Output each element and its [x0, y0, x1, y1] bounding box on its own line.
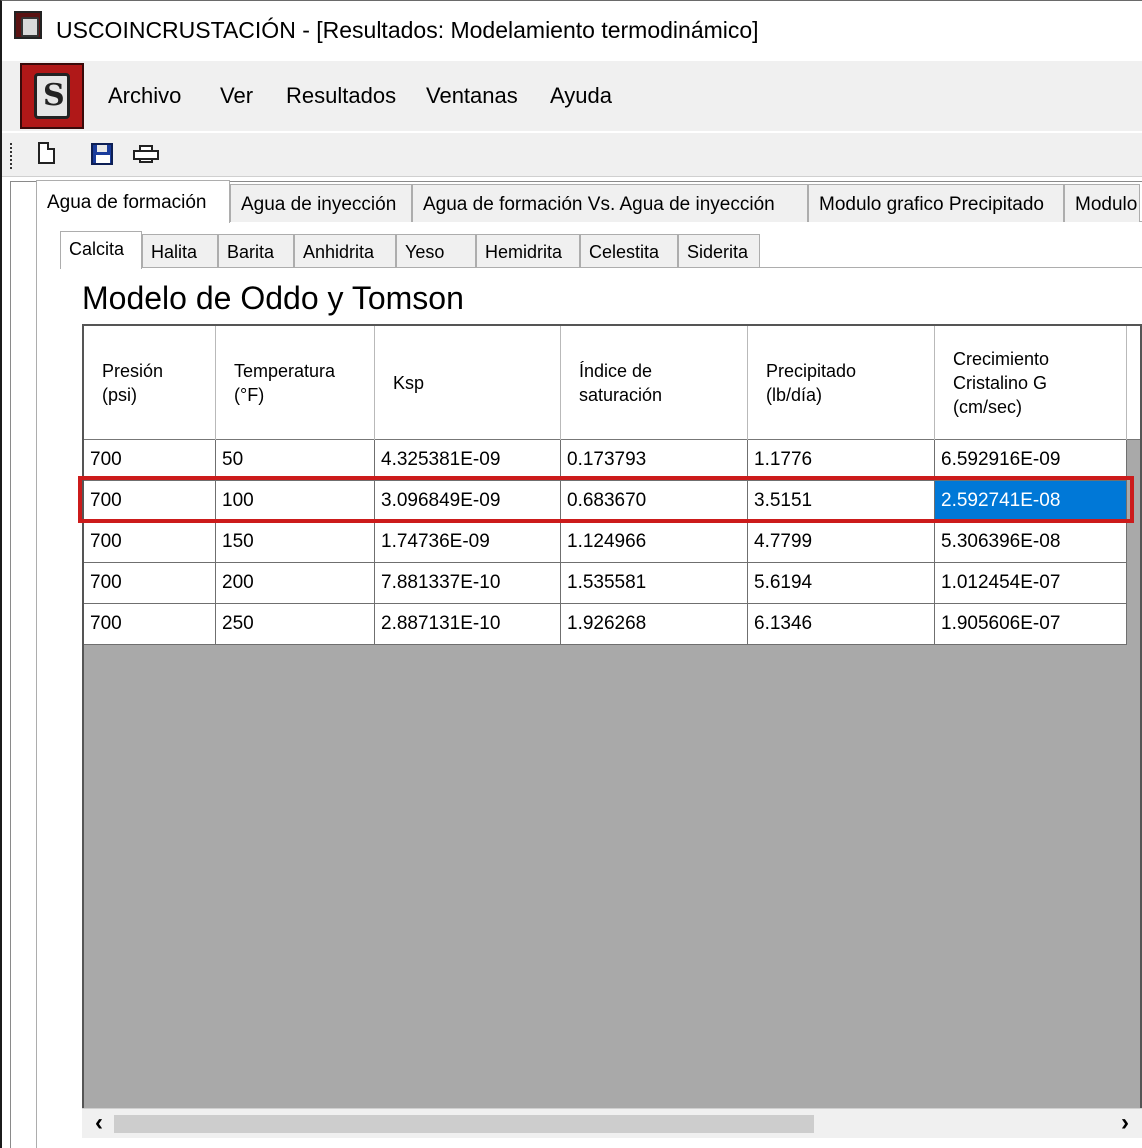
- cell-temperatura[interactable]: 50: [216, 440, 375, 481]
- scroll-right-icon[interactable]: ›: [1110, 1109, 1140, 1139]
- cell-indice-saturacion[interactable]: 1.535581: [561, 563, 748, 604]
- menu-resultados[interactable]: Resultados: [286, 83, 396, 109]
- table-row[interactable]: 700 250 2.887131E-10 1.926268 6.1346 1.9…: [84, 604, 1140, 645]
- cell-crecimiento[interactable]: 6.592916E-09: [935, 440, 1127, 481]
- new-document-icon[interactable]: [32, 139, 62, 169]
- tab-modulo[interactable]: Modulo: [1064, 184, 1140, 222]
- cell-precipitado[interactable]: 6.1346: [748, 604, 935, 645]
- cell-crecimiento-selected[interactable]: 2.592741E-08: [935, 481, 1127, 522]
- table-row[interactable]: 700 200 7.881337E-10 1.535581 5.6194 1.0…: [84, 563, 1140, 604]
- cell-crecimiento[interactable]: 5.306396E-08: [935, 522, 1127, 563]
- horizontal-scrollbar[interactable]: ‹ ›: [82, 1108, 1142, 1138]
- title-bar: USCOINCRUSTACIÓN - [Resultados: Modelami…: [2, 1, 1142, 65]
- cell-indice-saturacion[interactable]: 1.926268: [561, 604, 748, 645]
- cell-ksp[interactable]: 3.096849E-09: [375, 481, 561, 522]
- cell-presion[interactable]: 700: [84, 440, 216, 481]
- tab-celestita[interactable]: Celestita: [580, 234, 678, 268]
- outer-tab-strip: Agua de formación Agua de inyección Agua…: [36, 180, 1140, 223]
- cell-ksp[interactable]: 1.74736E-09: [375, 522, 561, 563]
- tab-formacion-vs-inyeccion[interactable]: Agua de formación Vs. Agua de inyección: [412, 184, 808, 222]
- tab-modulo-grafico-precipitado[interactable]: Modulo grafico Precipitado: [808, 184, 1064, 222]
- toolbar: [2, 133, 1142, 177]
- tab-anhidrita[interactable]: Anhidrita: [294, 234, 396, 268]
- cell-indice-saturacion[interactable]: 0.683670: [561, 481, 748, 522]
- tab-calcita[interactable]: Calcita: [60, 231, 142, 269]
- tab-agua-de-formacion[interactable]: Agua de formación: [36, 180, 230, 223]
- menu-archivo[interactable]: Archivo: [108, 83, 181, 109]
- cell-ksp[interactable]: 7.881337E-10: [375, 563, 561, 604]
- cell-temperatura[interactable]: 150: [216, 522, 375, 563]
- tab-hemidrita[interactable]: Hemidrita: [476, 234, 580, 268]
- column-header-crecimiento[interactable]: Crecimiento Cristalino G (cm/sec): [935, 326, 1127, 440]
- cell-precipitado[interactable]: 5.6194: [748, 563, 935, 604]
- table-row[interactable]: 700 150 1.74736E-09 1.124966 4.7799 5.30…: [84, 522, 1140, 563]
- cell-indice-saturacion[interactable]: 1.124966: [561, 522, 748, 563]
- cell-presion[interactable]: 700: [84, 604, 216, 645]
- column-header-presion[interactable]: Presión (psi): [84, 326, 216, 440]
- model-title: Modelo de Oddo y Tomson: [82, 280, 464, 316]
- print-icon[interactable]: [130, 139, 160, 169]
- mdi-child-logo-icon[interactable]: [20, 63, 84, 129]
- toolbar-grip-icon[interactable]: [10, 143, 14, 169]
- mineral-tab-page-border: [60, 267, 1142, 268]
- grid-header: Presión (psi) Temperatura (°F) Ksp Índic…: [84, 326, 1140, 440]
- tab-siderita[interactable]: Siderita: [678, 234, 760, 268]
- cell-crecimiento[interactable]: 1.905606E-07: [935, 604, 1127, 645]
- menu-ver[interactable]: Ver: [220, 83, 253, 109]
- save-icon[interactable]: [86, 139, 116, 169]
- cell-precipitado[interactable]: 1.1776: [748, 440, 935, 481]
- cell-presion[interactable]: 700: [84, 563, 216, 604]
- app-logo-icon: [14, 11, 42, 39]
- table-row[interactable]: 700 100 3.096849E-09 0.683670 3.5151 2.5…: [84, 481, 1140, 522]
- column-header-indice-saturacion[interactable]: Índice de saturación: [561, 326, 748, 440]
- scroll-thumb[interactable]: [114, 1115, 814, 1133]
- cell-indice-saturacion[interactable]: 0.173793: [561, 440, 748, 481]
- tab-halita[interactable]: Halita: [142, 234, 218, 268]
- tab-barita[interactable]: Barita: [218, 234, 294, 268]
- cell-temperatura[interactable]: 250: [216, 604, 375, 645]
- cell-precipitado[interactable]: 3.5151: [748, 481, 935, 522]
- table-row[interactable]: 700 50 4.325381E-09 0.173793 1.1776 6.59…: [84, 440, 1140, 481]
- menu-ventanas[interactable]: Ventanas: [426, 83, 518, 109]
- menu-bar: Archivo Ver Resultados Ventanas Ayuda: [2, 61, 1142, 131]
- cell-ksp[interactable]: 4.325381E-09: [375, 440, 561, 481]
- tab-yeso[interactable]: Yeso: [396, 234, 476, 268]
- cell-presion[interactable]: 700: [84, 481, 216, 522]
- cell-ksp[interactable]: 2.887131E-10: [375, 604, 561, 645]
- column-header-temperatura[interactable]: Temperatura (°F): [216, 326, 375, 440]
- column-header-precipitado[interactable]: Precipitado (lb/día): [748, 326, 935, 440]
- cell-temperatura[interactable]: 100: [216, 481, 375, 522]
- tab-agua-de-inyeccion[interactable]: Agua de inyección: [230, 184, 412, 222]
- column-header-ksp[interactable]: Ksp: [375, 326, 561, 440]
- window-title: USCOINCRUSTACIÓN - [Resultados: Modelami…: [56, 17, 759, 43]
- menu-ayuda[interactable]: Ayuda: [550, 83, 612, 109]
- cell-temperatura[interactable]: 200: [216, 563, 375, 604]
- results-grid[interactable]: Presión (psi) Temperatura (°F) Ksp Índic…: [82, 324, 1142, 1138]
- scroll-left-icon[interactable]: ‹: [84, 1109, 114, 1139]
- cell-crecimiento[interactable]: 1.012454E-07: [935, 563, 1127, 604]
- cell-precipitado[interactable]: 4.7799: [748, 522, 935, 563]
- cell-presion[interactable]: 700: [84, 522, 216, 563]
